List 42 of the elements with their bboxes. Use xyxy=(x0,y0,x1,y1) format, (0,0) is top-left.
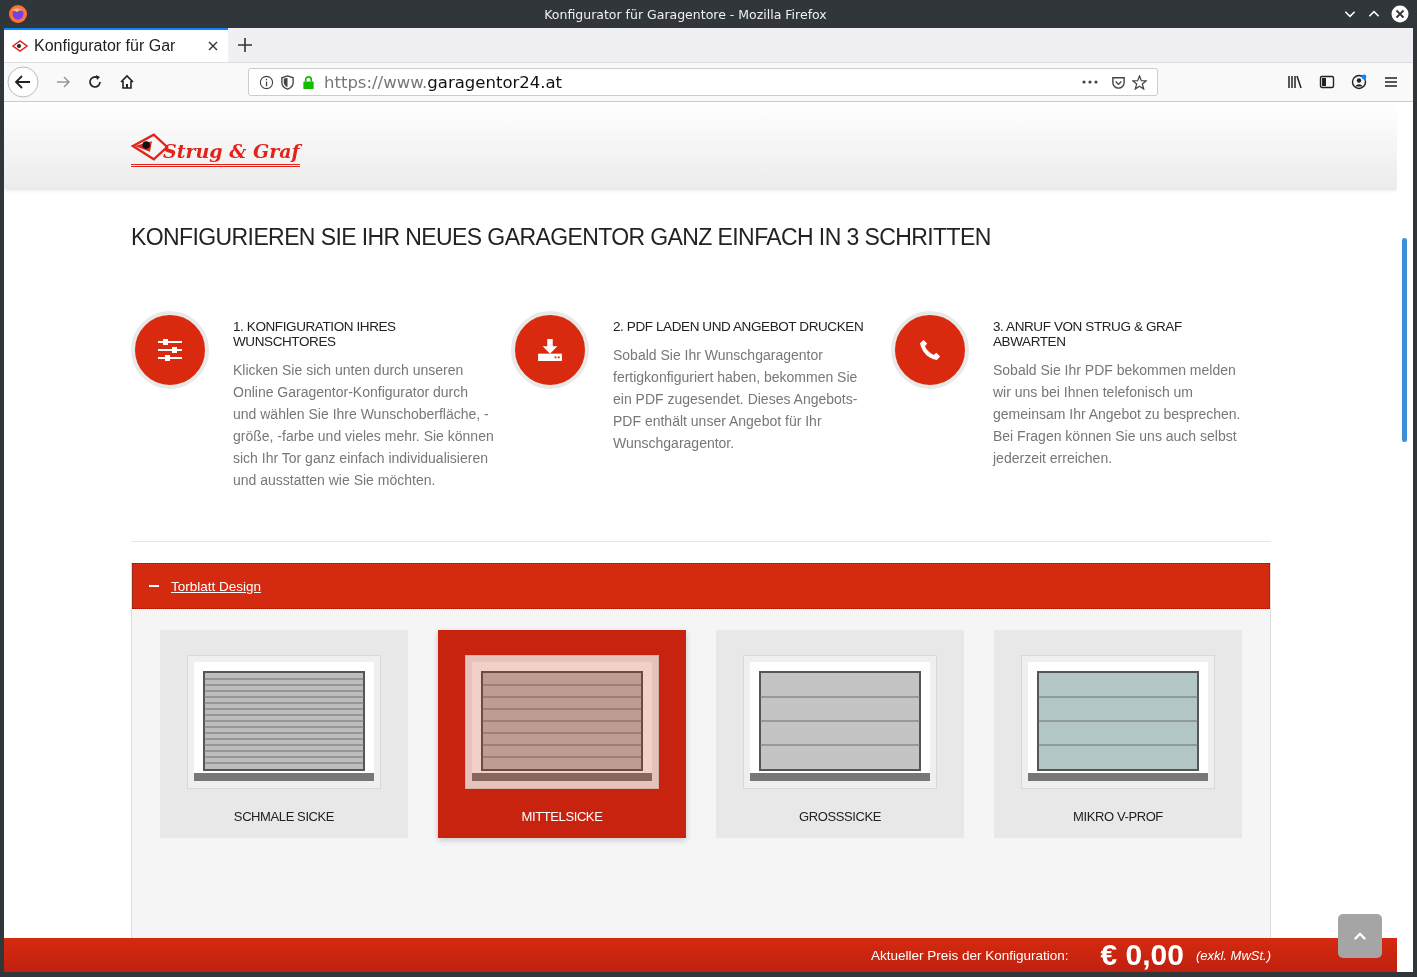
close-icon[interactable] xyxy=(208,41,218,51)
shield-icon[interactable] xyxy=(280,74,295,90)
new-tab-icon[interactable] xyxy=(238,38,252,52)
browser-tab[interactable]: Konfigurator für Gar xyxy=(4,28,228,62)
firefox-icon xyxy=(8,4,28,24)
lock-icon[interactable] xyxy=(301,74,316,90)
price-label: Aktueller Preis der Konfiguration: xyxy=(871,947,1069,963)
page-headline: KONFIGURIEREN SIE IHR NEUES GARAGENTOR GANZ EINFACH IN 3 SCHRITTEN xyxy=(131,224,992,251)
reload-icon[interactable] xyxy=(87,74,103,90)
door-option-card[interactable]: SCHMALE SICKE xyxy=(160,630,408,838)
step-description: Sobald Sie Ihr Wunschgaragentor fertigkonfiguriert haben, bekommen Sie ein PDF zugesendet. Dieses Angebots-PDF enthält unser Angebot für Ihr Wunschgaragentor. xyxy=(613,346,859,453)
chevron-up-icon xyxy=(1353,931,1367,941)
info-icon[interactable] xyxy=(259,74,274,90)
library-icon[interactable] xyxy=(1287,74,1303,90)
pocket-icon[interactable] xyxy=(1111,74,1126,90)
tax-note: (exkl. MwSt.) xyxy=(1195,947,1271,963)
step-title: 2. PDF LADEN UND ANGEBOT DRUCKEN xyxy=(613,319,865,334)
sliders-icon xyxy=(158,339,182,361)
step-title: 3. ANRUF VON STRUG & GRAF ABWARTEN xyxy=(993,319,1183,349)
step-description: Klicken Sie sich unten durch unseren Online Garagentor-Konfigurator durch und wählen Sie Ihre Wunschoberfläche, -größe, -farbe und vieles mehr. Sie können sich Ihr Tor ganz einfach individualisieren und ausstatten wie Sie möchten. xyxy=(233,361,495,490)
star-icon[interactable] xyxy=(1132,74,1147,90)
door-option-card[interactable]: MITTELSICKE xyxy=(438,630,686,838)
window-title: Konfigurator für Garagentore - Mozilla Firefox xyxy=(543,6,828,22)
sidebar-icon[interactable] xyxy=(1319,74,1335,90)
door-option-card[interactable]: GROSSSICKE xyxy=(716,630,964,838)
home-icon[interactable] xyxy=(119,74,135,90)
more-icon[interactable] xyxy=(1081,79,1099,85)
step-title: 1. KONFIGURATION IHRES WUNSCHTORES xyxy=(233,319,397,349)
menu-icon[interactable] xyxy=(1383,74,1399,90)
eye-logo-icon xyxy=(12,40,28,52)
price-value: € 0,00 xyxy=(1100,938,1184,972)
close-icon[interactable] xyxy=(1391,5,1409,23)
door-option-card[interactable]: MIKRO V-PROF xyxy=(994,630,1242,838)
address-field[interactable]: https://www.garagentor24.at xyxy=(248,68,1158,96)
back-icon[interactable] xyxy=(7,66,39,98)
accordion-header[interactable]: Torblatt Design xyxy=(132,563,1270,609)
forward-icon[interactable] xyxy=(55,74,71,90)
step-description: Sobald Sie Ihr PDF bekommen melden wir uns bei Ihnen telefonisch um gemeinsam Ihr Angebot zu besprechen. Bei Fragen können Sie uns auch selbst jederzeit erreichen. xyxy=(993,361,1242,468)
phone-icon xyxy=(918,339,942,361)
accordion-title-link[interactable]: Torblatt Design xyxy=(171,578,262,594)
account-icon[interactable] xyxy=(1351,74,1367,90)
download-icon xyxy=(538,339,562,361)
